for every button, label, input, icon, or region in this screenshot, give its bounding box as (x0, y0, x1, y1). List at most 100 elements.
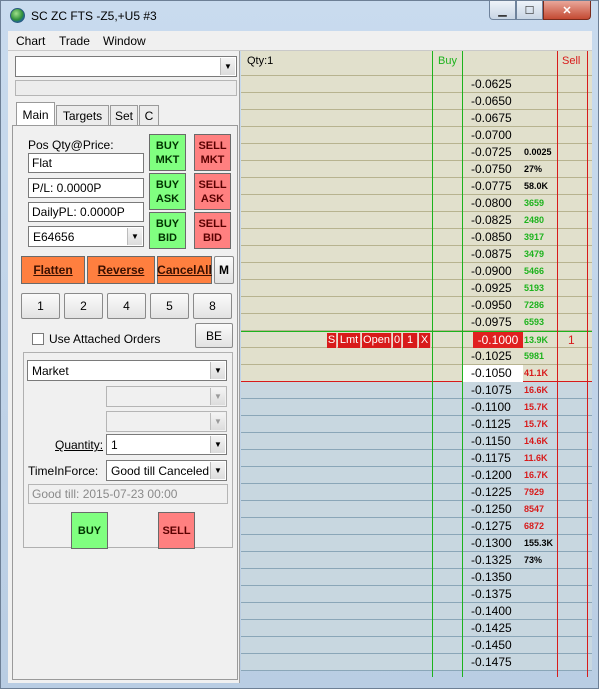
ladder-row[interactable]: -0.1150 14.6K (241, 433, 592, 450)
cancel-order-icon[interactable]: X (419, 333, 431, 348)
tab-set[interactable]: Set (110, 105, 138, 125)
ladder-row[interactable]: -0.1325 73% (241, 552, 592, 569)
tab-targets[interactable]: Targets (56, 105, 109, 125)
tab-c[interactable]: C (139, 105, 159, 125)
buy-button[interactable]: BUY (71, 512, 108, 549)
attached-orders-checkbox[interactable] (32, 333, 44, 345)
sell-ask-button[interactable]: SELL ASK (194, 173, 231, 210)
price-ladder[interactable]: Qty:1 Buy Sell -0.0625 -0.0650 -0.0675 -0.0… (241, 51, 592, 677)
ladder-row[interactable]: -0.0725 0.0025 (241, 144, 592, 161)
ladder-row[interactable]: -0.0800 3659 (241, 195, 592, 212)
sell-button[interactable]: SELL (158, 512, 195, 549)
volume-cell: 16.7K (524, 470, 549, 480)
ladder-row[interactable]: -0.0625 (241, 76, 592, 93)
volume-cell: 15.7K (524, 419, 549, 429)
flatten-button[interactable]: Flatten (21, 256, 85, 284)
quantity-select[interactable]: 1 ▼ (106, 434, 227, 455)
ladder-row[interactable]: -0.0700 (241, 127, 592, 144)
qty-button-8[interactable]: 8 (193, 293, 232, 319)
volume-cell: 13.9K (524, 335, 549, 345)
price-cell: -0.0950 (471, 298, 512, 312)
price-cell: -0.0800 (471, 196, 512, 210)
sell-mkt-button[interactable]: SELL MKT (194, 134, 231, 171)
ladder-row[interactable]: -0.1225 7929 (241, 484, 592, 501)
price-cell: -0.1250 (471, 502, 512, 516)
ladder-row[interactable]: -0.1050 41.1K (241, 365, 592, 382)
cancel-all-button[interactable]: CancelAll (157, 256, 212, 284)
volume-cell: 15.7K (524, 402, 549, 412)
tif-select[interactable]: Good till Canceled ▼ (106, 460, 227, 481)
ladder-row[interactable]: -0.1450 (241, 637, 592, 654)
ladder-row[interactable]: -0.1275 6872 (241, 518, 592, 535)
menu-trade[interactable]: Trade (59, 34, 90, 48)
ladder-row[interactable]: -0.0925 5193 (241, 280, 592, 297)
price-cell: -0.1025 (471, 349, 512, 363)
ladder-row[interactable]: -0.1200 16.7K (241, 467, 592, 484)
close-button[interactable]: ✕ (543, 1, 591, 20)
qty-button-2[interactable]: 2 (64, 293, 103, 319)
buy-mkt-button[interactable]: BUY MKT (149, 134, 186, 171)
ladder-row[interactable]: -0.1100 15.7K (241, 399, 592, 416)
ladder-row[interactable]: -0.0675 (241, 110, 592, 127)
ladder-row[interactable]: -0.1125 15.7K (241, 416, 592, 433)
volume-cell: 16.6K (524, 385, 549, 395)
ladder-row[interactable]: -0.1250 8547 (241, 501, 592, 518)
ladder-row[interactable]: -0.1350 (241, 569, 592, 586)
ladder-row[interactable]: -0.1400 (241, 603, 592, 620)
buy-ask-button[interactable]: BUY ASK (149, 173, 186, 210)
daily-pl-field: DailyPL: 0.0000P (28, 202, 144, 222)
ladder-row[interactable]: -0.0775 58.0K (241, 178, 592, 195)
globe-icon (10, 8, 25, 23)
account-select[interactable]: E64656 ▼ (28, 226, 144, 247)
qty-button-5[interactable]: 5 (150, 293, 189, 319)
ladder-row[interactable]: -0.1300 155.3K (241, 535, 592, 552)
chevron-down-icon: ▼ (210, 362, 225, 379)
ladder-header: Qty:1 Buy Sell (241, 51, 592, 76)
order-type-value: Market (32, 364, 69, 378)
menu-window[interactable]: Window (103, 34, 146, 48)
chevron-down-icon: ▼ (210, 388, 225, 405)
sell-column-line-right (587, 51, 588, 677)
ladder-row[interactable]: -0.1175 11.6K (241, 450, 592, 467)
sell-bid-button[interactable]: SELL BID (194, 212, 231, 249)
trade-window: SC ZC FTS -Z5,+U5 #3 ▁ ☐ ✕ Chart Trade W… (0, 0, 599, 689)
title-bar[interactable]: SC ZC FTS -Z5,+U5 #3 ▁ ☐ ✕ (1, 1, 598, 31)
volume-cell: 27% (524, 164, 543, 174)
ladder-row[interactable]: -0.0875 3479 (241, 246, 592, 263)
good-till-field: Good till: 2015-07-23 00:00 (28, 484, 228, 504)
maximize-button[interactable]: ☐ (516, 1, 543, 20)
price-cell: -0.1100 (471, 400, 511, 414)
volume-cell: 5981 (524, 351, 545, 361)
price-cell: -0.1225 (471, 485, 512, 499)
ladder-row[interactable]: -0.0900 5466 (241, 263, 592, 280)
qty-button-4[interactable]: 4 (107, 293, 146, 319)
minimize-button[interactable]: ▁ (489, 1, 516, 20)
sell-order-count: 1 (568, 333, 575, 347)
tab-main[interactable]: Main (16, 102, 55, 126)
be-button[interactable]: BE (195, 323, 233, 348)
ladder-row[interactable]: -0.0825 2480 (241, 212, 592, 229)
ladder-row[interactable]: -0.0850 3917 (241, 229, 592, 246)
ladder-row[interactable]: -0.1025 5981 (241, 348, 592, 365)
symbol-select[interactable]: ▼ (15, 56, 237, 77)
quantity-value: 1 (111, 438, 118, 452)
m-button[interactable]: M (214, 256, 234, 284)
qty-button-1[interactable]: 1 (21, 293, 60, 319)
ladder-row[interactable]: -0.1000 13.9K S Lmt Open 0 1 X 1 (241, 331, 592, 349)
ladder-row[interactable]: -0.1475 (241, 654, 592, 671)
order-type-select[interactable]: Market ▼ (27, 360, 227, 381)
ladder-row[interactable]: -0.0750 27% (241, 161, 592, 178)
ladder-row[interactable]: -0.0650 (241, 93, 592, 110)
ladder-row[interactable]: -0.1075 16.6K (241, 382, 592, 399)
ladder-row[interactable]: -0.1425 (241, 620, 592, 637)
buy-bid-button[interactable]: BUY BID (149, 212, 186, 249)
chevron-down-icon: ▼ (210, 436, 225, 453)
reverse-button[interactable]: Reverse (87, 256, 155, 284)
price-cell: -0.1475 (471, 655, 512, 669)
ladder-row[interactable]: -0.1375 (241, 586, 592, 603)
menu-chart[interactable]: Chart (16, 34, 45, 48)
ladder-row[interactable]: -0.0950 7286 (241, 297, 592, 314)
volume-cell: 5466 (524, 266, 545, 276)
volume-cell: 11.6K (524, 453, 548, 463)
ladder-row[interactable]: -0.0975 6593 (241, 314, 592, 331)
